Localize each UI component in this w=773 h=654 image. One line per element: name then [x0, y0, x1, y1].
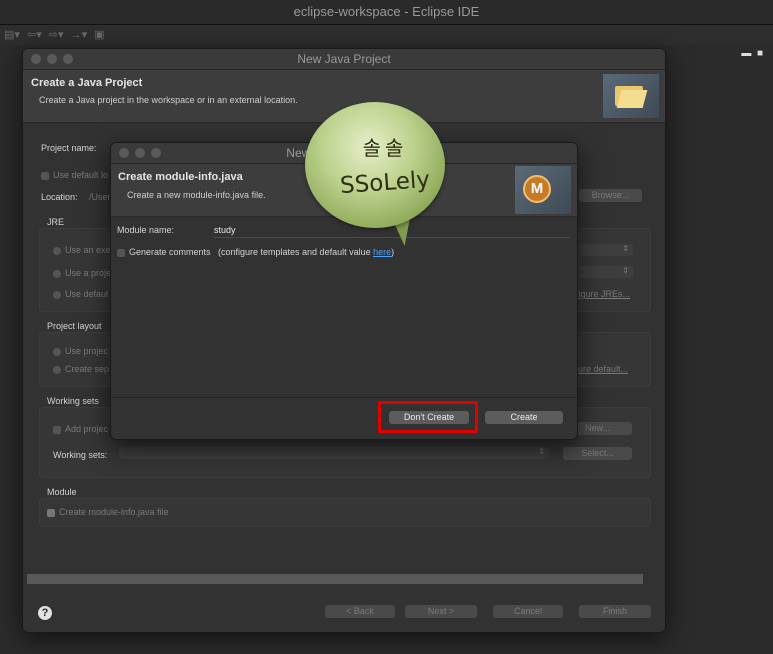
help-icon[interactable]: ?: [38, 606, 52, 620]
maximize-icon[interactable]: ■: [757, 48, 763, 59]
zoom-traffic-light[interactable]: [63, 54, 73, 64]
minimize-traffic-light[interactable]: [47, 54, 57, 64]
jre-group-label: JRE: [47, 217, 65, 227]
module-dialog-header: Create module-info.java: [118, 171, 243, 183]
module-dialog-separator: [111, 397, 577, 398]
configure-jres-link[interactable]: figure JREs...: [576, 289, 630, 299]
dialog-description: Create a Java project in the workspace o…: [39, 95, 298, 105]
add-project-to-working-sets-checkbox[interactable]: Add projec: [53, 424, 108, 434]
navigate-icon[interactable]: →▾: [71, 29, 88, 41]
working-sets-group-label: Working sets: [47, 396, 99, 406]
configure-default-link[interactable]: igure default...: [571, 364, 628, 374]
highlight-box: [378, 401, 478, 433]
layout-option-project-folder[interactable]: Use projec: [53, 346, 108, 356]
minimize-icon[interactable]: ▬: [741, 48, 751, 59]
configure-templates-text: (configure templates and default value h…: [218, 247, 395, 257]
horizontal-scrollbar[interactable]: [27, 574, 643, 584]
working-sets-label: Working sets:: [53, 450, 108, 460]
minimize-traffic-light[interactable]: [135, 148, 145, 158]
forward-icon[interactable]: ⇨▾: [49, 29, 64, 41]
next-button[interactable]: Next >: [405, 605, 477, 618]
module-name-label: Module name:: [117, 225, 175, 235]
dialog-title: New Java Project: [297, 52, 391, 66]
ide-title: eclipse-workspace - Eclipse IDE: [293, 4, 480, 19]
watermark-korean-text: 솔솔: [362, 136, 408, 160]
open-folder-icon: [603, 74, 659, 118]
dropdown-arrow-icon: ⇕: [622, 244, 629, 253]
zoom-traffic-light[interactable]: [151, 148, 161, 158]
close-traffic-light[interactable]: [119, 148, 129, 158]
dialog-title-bar: New Java Project: [23, 49, 665, 70]
browse-button[interactable]: Browse...: [579, 189, 642, 202]
pin-icon[interactable]: ▣: [94, 29, 104, 41]
dropdown-arrow-icon: ⇕: [538, 447, 545, 456]
create-button[interactable]: Create: [485, 411, 563, 424]
speech-bubble-watermark: [305, 102, 445, 228]
module-group-label: Module: [47, 487, 77, 497]
location-value: /User: [89, 192, 111, 202]
select-working-sets-button[interactable]: Select...: [563, 447, 632, 460]
create-module-info-checkbox[interactable]: Create module-info.java file: [47, 507, 169, 517]
module-icon: M: [515, 166, 571, 214]
working-sets-dropdown[interactable]: ⇕: [119, 447, 549, 459]
dropdown-arrow-icon: ⇕: [622, 266, 629, 275]
use-default-location-checkbox[interactable]: Use default lo: [41, 170, 108, 180]
jre-option-project-specific[interactable]: Use a proje: [53, 268, 111, 278]
back-button[interactable]: < Back: [325, 605, 395, 618]
here-link[interactable]: here: [373, 247, 391, 257]
generate-comments-checkbox[interactable]: Generate comments: [117, 247, 211, 257]
close-traffic-light[interactable]: [31, 54, 41, 64]
project-layout-group-label: Project layout: [47, 321, 102, 331]
jre-project-dropdown[interactable]: ⇕: [579, 266, 633, 278]
ide-toolbar: ▤▾ ⇦▾ ⇨▾ →▾ ▣: [0, 25, 773, 45]
location-label: Location:: [41, 192, 78, 202]
dialog-header: Create a Java Project: [31, 77, 143, 89]
new-file-icon[interactable]: ▤▾: [4, 29, 20, 41]
back-icon[interactable]: ⇦▾: [27, 29, 42, 41]
project-name-label: Project name:: [41, 143, 97, 153]
window-controls[interactable]: ▬ ■: [741, 48, 763, 59]
jre-option-execution-env[interactable]: Use an exe: [53, 245, 111, 255]
module-dialog-description: Create a new module-info.java file.: [127, 190, 266, 200]
jre-option-default[interactable]: Use defaul: [53, 289, 108, 299]
jre-environment-dropdown[interactable]: ⇕: [579, 244, 633, 256]
cancel-button[interactable]: Cancel: [493, 605, 563, 618]
layout-option-separate-folders[interactable]: Create sep: [53, 364, 109, 374]
ide-title-bar: eclipse-workspace - Eclipse IDE: [0, 0, 773, 25]
finish-button[interactable]: Finish: [579, 605, 651, 618]
